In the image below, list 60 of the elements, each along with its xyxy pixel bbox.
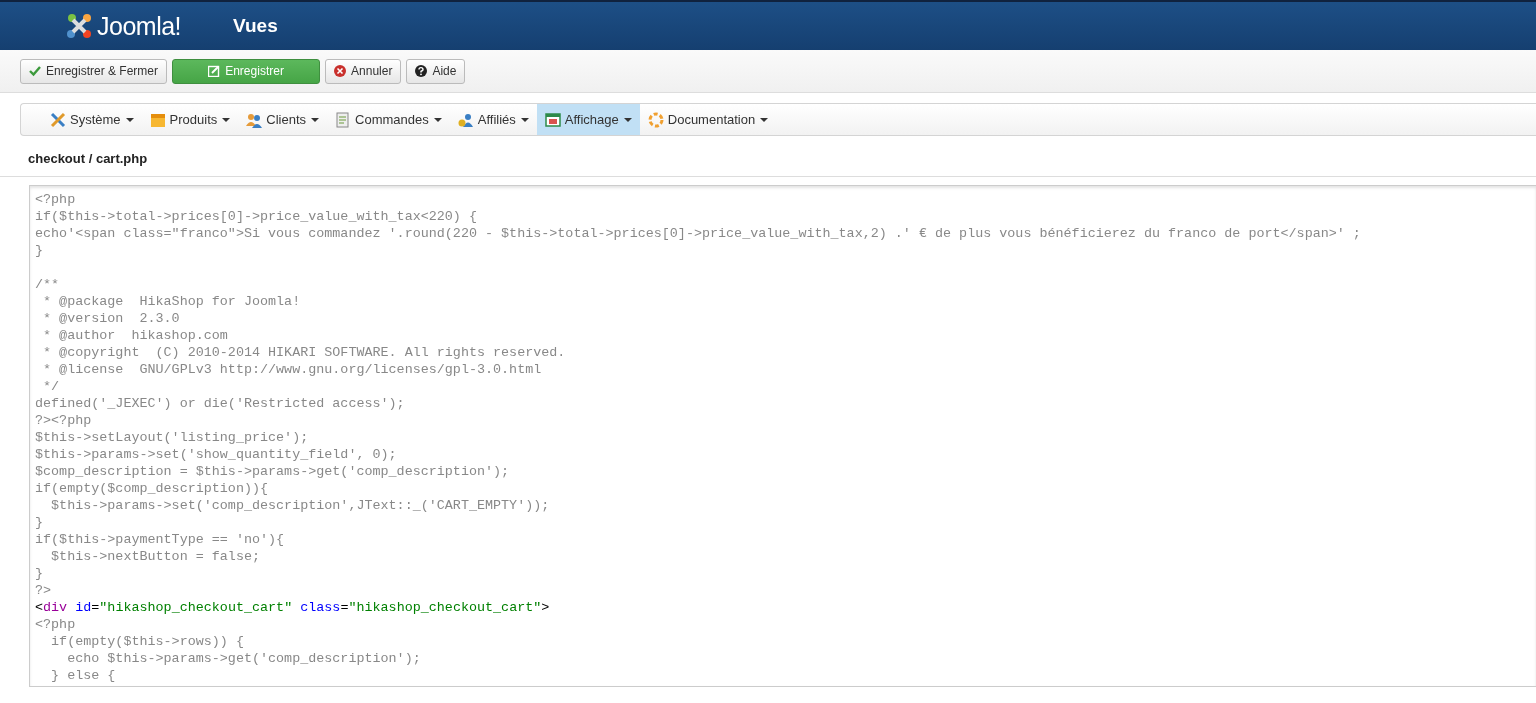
code-line: if($this->total->prices[0]->price_value_with_tax<220) { (35, 208, 477, 225)
code-line: $this->nextButton = false; (50, 548, 260, 565)
code-line: $comp_description = $this->params->get('comp_description'); (35, 463, 510, 480)
menu-item[interactable]: Produits (141, 104, 239, 135)
code-line: } (35, 514, 44, 531)
menu-item[interactable]: Clients (238, 104, 328, 135)
code-line: } (35, 565, 44, 582)
checkmark-icon (29, 65, 41, 77)
caret-icon (222, 117, 231, 122)
code-line: } else { (50, 667, 116, 684)
code-line: * @version 2.3.0 (42, 310, 180, 327)
window-icon (544, 111, 561, 128)
code-line: defined('_JEXEC') or die('Restricted access'); (35, 395, 405, 412)
file-title: checkout / cart.php (0, 136, 1536, 177)
caret-icon (760, 117, 769, 122)
code-line: echo $this->params->get('comp_description'); (66, 650, 421, 667)
cancel-button[interactable]: Annuler (325, 58, 402, 84)
code-line: $this->params->set('show_quantity_field', 0); (35, 446, 397, 463)
code-line: * @license GNU/GPLv3 http://www.gnu.org/licenses/gpl-3.0.html (42, 361, 542, 378)
menu-item[interactable]: Affichage (536, 104, 640, 135)
code-line: } (35, 242, 44, 259)
page-title: Vues (233, 15, 278, 37)
code-line: <div id="hikashop_checkout_cart" class="hikashop_checkout_cart"> (35, 599, 550, 616)
help-icon (415, 65, 428, 77)
code-line: /** (35, 276, 60, 293)
edit-icon (208, 65, 221, 77)
caret-icon (623, 117, 632, 122)
users-icon (457, 111, 474, 128)
code-line: if(empty($this->rows)) { (50, 633, 244, 650)
menu-item[interactable]: Système (42, 104, 142, 135)
logo-text: Joomla! (97, 11, 182, 41)
code-line: ?><?php (35, 412, 92, 429)
help-button[interactable]: Aide (406, 58, 466, 84)
code-line: $this->setLayout('listing_price'); (35, 429, 309, 446)
save-close-button[interactable]: Enregistrer & Fermer (20, 58, 168, 84)
menu-item[interactable]: Commandes (327, 104, 450, 135)
menu-item[interactable]: Affiliés (449, 104, 537, 135)
code-line: * @copyright (C) 2010-2014 HIKARI SOFTWARE. All rights reserved. (42, 344, 566, 361)
code-line: $this->params->set('comp_description',JText::_('CART_EMPTY')); (50, 497, 550, 514)
lifebuoy-icon (647, 111, 664, 128)
caret-icon (311, 117, 320, 122)
code-line: <?php (35, 616, 76, 633)
code-line: ?> (35, 582, 52, 599)
close-icon (334, 65, 347, 77)
document-icon (335, 111, 352, 128)
caret-icon (125, 117, 134, 122)
code-line: if($this->paymentType == 'no'){ (35, 531, 285, 548)
users-icon (246, 111, 263, 128)
menu-item[interactable]: Documentation (639, 104, 777, 135)
caret-icon (520, 117, 529, 122)
box-icon (149, 111, 166, 128)
code-line: * @author hikashop.com (42, 327, 228, 344)
code-line: if(empty($comp_description)){ (35, 480, 269, 497)
code-line: <?php (35, 191, 76, 208)
joomla-logo-icon (64, 11, 94, 41)
code-line: */ (42, 378, 60, 395)
tools-icon (50, 111, 66, 128)
caret-icon (433, 117, 442, 122)
code-line: echo'<span class="franco">Si vous commandez '.round(220 - $this->total->prices[0]->price_value_with_tax,2) .' € de plus vous bénéficierez du franco de port</span>' ; (35, 225, 1361, 242)
code-line: * @package HikaShop for Joomla! (42, 293, 301, 310)
